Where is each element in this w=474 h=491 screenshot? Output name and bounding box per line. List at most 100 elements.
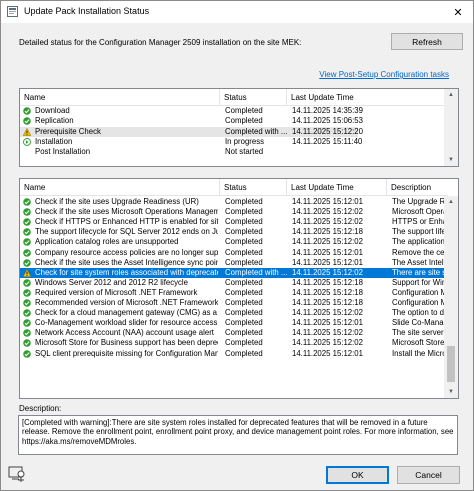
- cell-status: Completed: [225, 277, 263, 287]
- cell-status: Completed: [225, 197, 263, 206]
- cell-description: Install the Microsof: [392, 348, 448, 358]
- window-title: Update Pack Installation Status: [24, 6, 150, 16]
- cell-name: Check if the site uses the Asset Intelli…: [35, 257, 218, 267]
- cell-name: The support lifecycle for SQL Server 201…: [35, 227, 218, 237]
- check-icon: [23, 309, 31, 317]
- check-icon: [23, 278, 31, 287]
- cell-time: 14.11.2025 15:12:01: [292, 318, 363, 328]
- list-item[interactable]: Company resource access policies are no …: [20, 247, 448, 258]
- cell-description: The Asset Intellige: [392, 257, 448, 267]
- cell-status: Completed: [225, 237, 263, 247]
- check-list-scrollbar[interactable]: ▲ ▼: [444, 196, 458, 398]
- cell-status: Completed: [225, 116, 263, 126]
- cell-description: There are site syst: [392, 267, 448, 277]
- cell-time: 14.11.2025 14:35:39: [292, 106, 363, 115]
- check-icon: [23, 107, 31, 115]
- cell-status: Completed: [225, 257, 263, 267]
- list-item[interactable]: Microsoft Store for Business support has…: [20, 338, 448, 348]
- cell-status: Completed: [225, 308, 263, 318]
- list-item[interactable]: Check if the site uses Microsoft Operati…: [20, 207, 448, 217]
- title-bar: Update Pack Installation Status ✕: [1, 1, 473, 23]
- scroll-up-icon[interactable]: ▲: [444, 196, 458, 208]
- description-textbox[interactable]: [Completed with warning]:There are site …: [18, 415, 458, 455]
- cell-name: Check for a cloud management gateway (CM…: [35, 308, 218, 318]
- post-setup-tasks-link[interactable]: View Post-Setup Configuration tasks: [319, 70, 449, 79]
- cell-time: 14.11.2025 15:12:18: [292, 227, 363, 237]
- list-item[interactable]: Prerequisite Check Completed with ... 14.1…: [20, 126, 363, 137]
- list-item[interactable]: Download Completed 14.11.2025 14:35:39: [20, 106, 363, 116]
- cell-status: Completed: [225, 247, 263, 257]
- cell-name: Company resource access policies are no …: [35, 247, 218, 257]
- cell-name: Download: [35, 106, 70, 115]
- list-item[interactable]: Co-Management workload slider for resour…: [20, 318, 448, 328]
- list-item[interactable]: The support lifecycle for SQL Server 201…: [20, 227, 448, 237]
- cell-time: 14.11.2025 15:12:18: [292, 277, 363, 287]
- cell-time: 14.11.2025 15:12:02: [292, 217, 363, 227]
- column-header-description[interactable]: Description: [387, 179, 448, 196]
- cell-description: The option to depl: [392, 308, 448, 318]
- scroll-up-icon[interactable]: ▲: [444, 89, 458, 101]
- scroll-down-icon[interactable]: ▼: [444, 154, 458, 166]
- cell-name: Check if HTTPS or Enhanced HTTP is enabl…: [35, 217, 218, 227]
- cell-description: Slide Co-Managem: [392, 318, 448, 328]
- ok-button[interactable]: OK: [326, 466, 389, 484]
- list-item[interactable]: Check if the site uses Upgrade Readiness…: [20, 197, 448, 207]
- cell-description: The Upgrade Readi: [392, 197, 448, 206]
- cell-time: 14.11.2025 15:12:18: [292, 298, 363, 307]
- column-header-last-update-time[interactable]: Last Update Time: [287, 179, 387, 196]
- list-item[interactable]: Check for a cloud management gateway (CM…: [20, 308, 448, 318]
- cell-status: In progress: [225, 136, 265, 146]
- check-icon: [23, 329, 31, 338]
- cell-description: Configuration Man: [392, 287, 448, 297]
- cell-description: Microsoft Store fo: [392, 338, 448, 348]
- cell-status: Completed with ...: [225, 267, 287, 277]
- cell-time: 14.11.2025 15:12:02: [292, 267, 363, 277]
- cell-name: Recommended version of Microsoft .NET Fr…: [35, 298, 218, 307]
- cell-name: Check if the site uses Upgrade Readiness…: [35, 197, 199, 206]
- list-item[interactable]: Application catalog roles are unsupporte…: [20, 237, 448, 247]
- cell-status: Completed: [225, 328, 263, 338]
- cell-name: Application catalog roles are unsupporte…: [35, 237, 179, 247]
- list-item[interactable]: Installation In progress 14.11.2025 15:11:…: [20, 136, 362, 147]
- cell-status: Completed: [225, 227, 263, 237]
- cancel-button[interactable]: Cancel: [397, 466, 460, 484]
- cell-name: Post Installation: [35, 147, 91, 157]
- cell-description: Support for Windo: [392, 277, 448, 287]
- cell-status: Completed: [225, 338, 263, 348]
- cell-time: 14.11.2025 15:12:18: [292, 287, 363, 297]
- list-item[interactable]: Check for site system roles associated w…: [20, 267, 448, 278]
- in-progress-icon: [23, 137, 31, 146]
- cell-time: 14.11.2025 15:12:02: [292, 328, 363, 338]
- check-list: Name Status Last Update Time Description…: [19, 178, 459, 399]
- cell-status: Completed: [225, 318, 263, 328]
- column-header-status[interactable]: Status: [220, 179, 287, 196]
- list-item[interactable]: Windows Server 2012 and 2012 R2 lifecycl…: [20, 277, 448, 288]
- cell-time: 14.11.2025 15:12:02: [292, 207, 363, 217]
- list-item[interactable]: Check if the site uses the Asset Intelli…: [20, 257, 448, 268]
- list-item[interactable]: Post Installation Not started: [20, 147, 358, 157]
- scroll-down-icon[interactable]: ▼: [444, 386, 458, 398]
- cell-description: Configuration Man: [392, 298, 448, 307]
- column-header-status[interactable]: Status: [220, 89, 287, 106]
- list-item[interactable]: Replication Completed 14.11.2025 15:06:53: [20, 116, 363, 126]
- description-label: Description:: [19, 404, 62, 413]
- check-icon: [23, 208, 31, 216]
- list-item[interactable]: Network Access Account (NAA) account usa…: [20, 328, 448, 338]
- check-icon: [23, 117, 31, 126]
- cell-name: Microsoft Store for Business support has…: [35, 338, 218, 348]
- list-item[interactable]: Recommended version of Microsoft .NET Fr…: [20, 298, 448, 308]
- cell-status: Completed: [225, 348, 263, 358]
- list-item[interactable]: SQL client prerequisite missing for Conf…: [20, 348, 448, 359]
- list-item[interactable]: Check if HTTPS or Enhanced HTTP is enabl…: [20, 217, 448, 227]
- cell-time: 14.11.2025 15:12:02: [292, 338, 363, 348]
- close-button[interactable]: ✕: [443, 1, 473, 23]
- list-item[interactable]: Required version of Microsoft .NET Frame…: [20, 287, 448, 298]
- cell-time: 14.11.2025 15:12:01: [292, 197, 363, 206]
- refresh-button[interactable]: Refresh: [391, 33, 463, 50]
- cell-time: 14.11.2025 15:12:02: [292, 308, 363, 318]
- column-header-last-update-time[interactable]: Last Update Time: [287, 89, 357, 106]
- check-icon: [23, 218, 31, 226]
- cell-name: Check for site system roles associated w…: [35, 267, 218, 277]
- phase-list-scrollbar[interactable]: ▲ ▼: [444, 89, 458, 166]
- scroll-thumb[interactable]: [447, 346, 455, 382]
